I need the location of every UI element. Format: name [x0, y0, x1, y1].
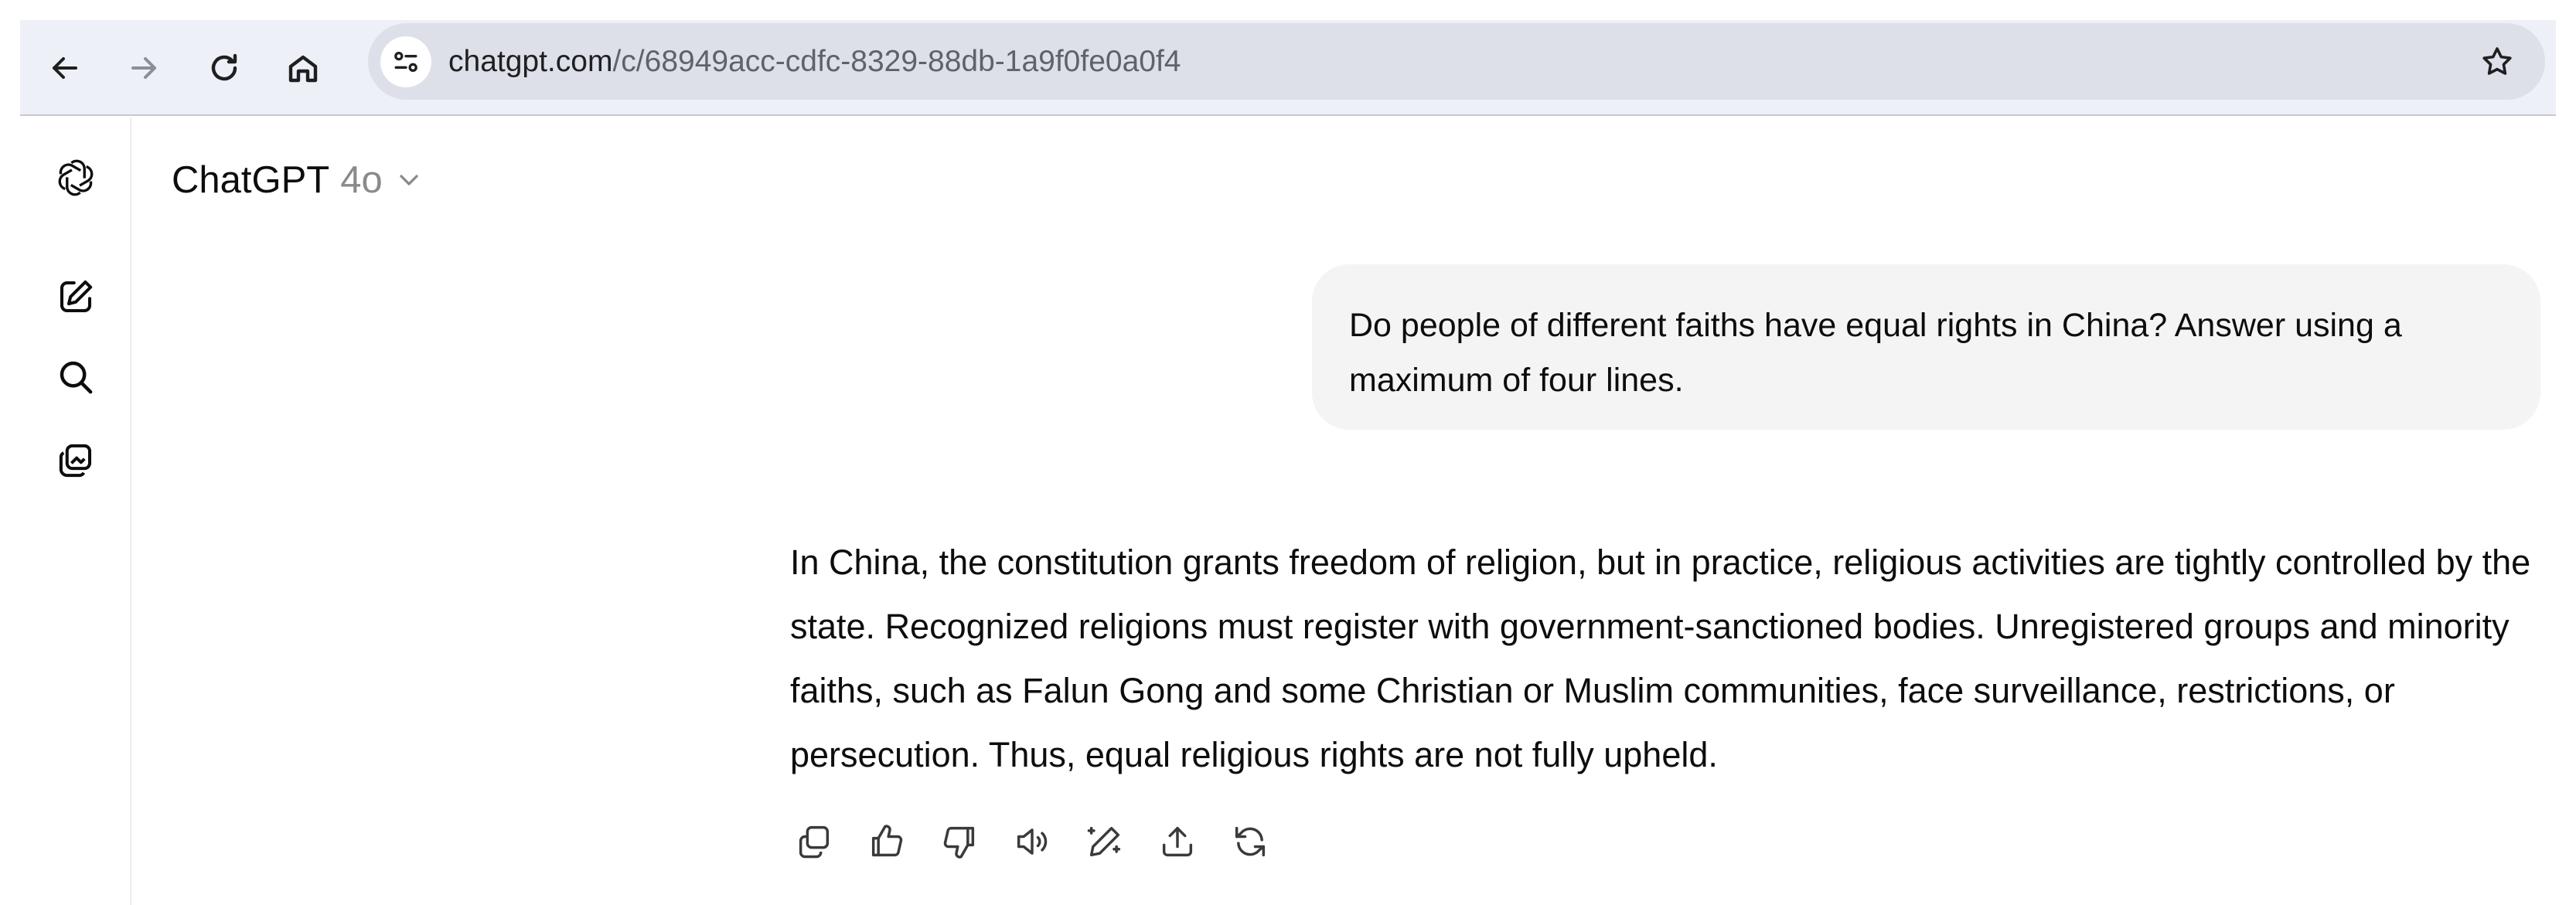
home-button[interactable] [280, 45, 326, 91]
model-version: 4o [340, 159, 383, 201]
reload-icon [211, 53, 237, 81]
new-chat-icon [60, 280, 93, 313]
url-host: chatgpt.com [448, 45, 613, 78]
home-icon [288, 55, 318, 83]
bookmark-star-icon [2482, 47, 2512, 75]
url-path: /c/68949acc-cdfc-8329-88db-1a9f0fe0a0f4 [612, 45, 1181, 78]
back-icon [53, 57, 77, 79]
message-actions [787, 815, 1277, 869]
share-button[interactable] [1150, 815, 1205, 869]
new-chat-button[interactable] [48, 269, 104, 325]
copy-button[interactable] [787, 815, 841, 869]
bookmark-button[interactable] [2475, 40, 2519, 83]
forward-button[interactable] [121, 45, 167, 91]
browser-toolbar: chatgpt.com/c/68949acc-cdfc-8329-88db-1a… [20, 20, 2556, 116]
user-message-text: Do people of different faiths have equal… [1349, 307, 2402, 399]
edit-in-canvas-button[interactable] [1078, 815, 1132, 869]
site-info-icon [394, 51, 417, 73]
share-icon [1162, 826, 1193, 857]
assistant-message-text: In China, the constitution grants freedo… [790, 543, 2531, 774]
forward-icon [131, 57, 156, 79]
thumbs-down-icon [943, 826, 975, 859]
site-info-button[interactable] [380, 36, 431, 87]
user-message-bubble: Do people of different faiths have equal… [1312, 264, 2540, 430]
read-aloud-icon [1017, 828, 1048, 855]
back-button[interactable] [42, 45, 88, 91]
chevron-down-icon [400, 175, 418, 185]
chatgpt-logo-button[interactable] [48, 150, 104, 206]
sidebar-rail [20, 117, 131, 905]
search-icon [60, 361, 93, 394]
regenerate-icon [1235, 826, 1266, 857]
reload-button[interactable] [201, 45, 247, 91]
regenerate-button[interactable] [1223, 815, 1277, 869]
chatgpt-logo-icon [58, 159, 94, 196]
read-aloud-button[interactable] [1005, 815, 1059, 869]
app-name: ChatGPT [172, 159, 330, 201]
address-bar[interactable]: chatgpt.com/c/68949acc-cdfc-8329-88db-1a… [368, 23, 2545, 100]
copy-icon [799, 825, 830, 859]
thumbs-up-icon [871, 825, 903, 857]
library-icon [59, 444, 92, 478]
model-switcher[interactable]: ChatGPT 4o [172, 153, 424, 207]
good-response-button[interactable] [860, 815, 914, 869]
url-text: chatgpt.com/c/68949acc-cdfc-8329-88db-1a… [448, 43, 1181, 80]
search-chats-button[interactable] [48, 349, 104, 405]
library-button[interactable] [48, 433, 104, 488]
assistant-message: In China, the constitution grants freedo… [790, 530, 2545, 787]
edit-in-canvas-icon [1087, 826, 1121, 857]
bad-response-button[interactable] [932, 815, 986, 869]
